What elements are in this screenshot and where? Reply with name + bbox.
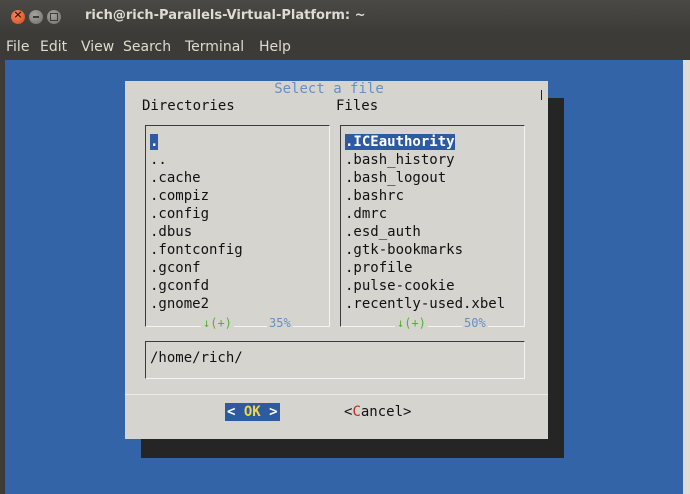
button-separator <box>125 394 548 395</box>
menu-help[interactable]: Help <box>259 39 291 55</box>
directories-scroll-percent: 35% <box>267 316 293 330</box>
list-item[interactable]: .bash_logout <box>345 169 446 187</box>
list-item[interactable]: .fontconfig <box>150 241 243 259</box>
window-title: rich@rich-Parallels-Virtual-Platform: ~ <box>85 8 366 23</box>
list-item[interactable]: .config <box>150 205 209 223</box>
menubar: File Edit View Search Terminal Help <box>0 34 690 60</box>
files-scroll-indicator: ↓(+) <box>395 316 428 330</box>
maximize-window-button[interactable] <box>47 10 61 24</box>
menu-search[interactable]: Search <box>123 39 171 55</box>
list-item[interactable]: .recently-used.xbel <box>345 295 505 313</box>
list-item[interactable]: .bash_history <box>345 151 455 169</box>
minimize-window-button[interactable] <box>29 10 43 24</box>
files-scroll-percent: 50% <box>462 316 488 330</box>
list-item[interactable]: .gconfd <box>150 277 209 295</box>
list-item[interactable]: .gtk-bookmarks <box>345 241 463 259</box>
dialog-border-corner <box>540 90 542 100</box>
list-item[interactable]: .cache <box>150 169 201 187</box>
close-icon: × <box>13 8 23 21</box>
list-item[interactable]: .. <box>150 151 167 169</box>
list-item[interactable]: . <box>150 133 159 151</box>
cancel-button[interactable]: <Cancel> <box>344 403 411 421</box>
list-item[interactable]: .esd_auth <box>345 223 421 241</box>
list-item[interactable]: .dmrc <box>345 205 387 223</box>
list-item[interactable]: .dbus <box>150 223 192 241</box>
list-item[interactable]: .profile <box>345 259 412 277</box>
menu-view[interactable]: View <box>81 39 114 55</box>
list-item[interactable]: .gnome2 <box>150 295 209 313</box>
list-item[interactable]: .pulse-cookie <box>345 277 455 295</box>
ok-button[interactable]: < OK > <box>225 403 280 421</box>
directories-scroll-indicator: ↓(+) <box>201 316 234 330</box>
file-select-dialog: Select a file Directories Files . .. .ca… <box>125 81 548 439</box>
list-item[interactable]: .ICEauthority <box>345 133 455 151</box>
dialog-title: Select a file <box>274 81 384 97</box>
files-header: Files <box>336 98 379 114</box>
list-item[interactable]: .gconf <box>150 259 201 277</box>
menu-edit[interactable]: Edit <box>40 39 67 55</box>
terminal-scrollbar[interactable] <box>683 60 690 494</box>
path-input[interactable]: /home/rich/ <box>150 349 243 367</box>
window-titlebar: × rich@rich-Parallels-Virtual-Platform: … <box>0 0 690 34</box>
menu-terminal[interactable]: Terminal <box>185 39 244 55</box>
list-item[interactable]: .bashrc <box>345 187 404 205</box>
list-item[interactable]: .compiz <box>150 187 209 205</box>
directories-header: Directories <box>142 98 235 114</box>
close-window-button[interactable]: × <box>11 8 25 24</box>
menu-file[interactable]: File <box>6 39 29 55</box>
